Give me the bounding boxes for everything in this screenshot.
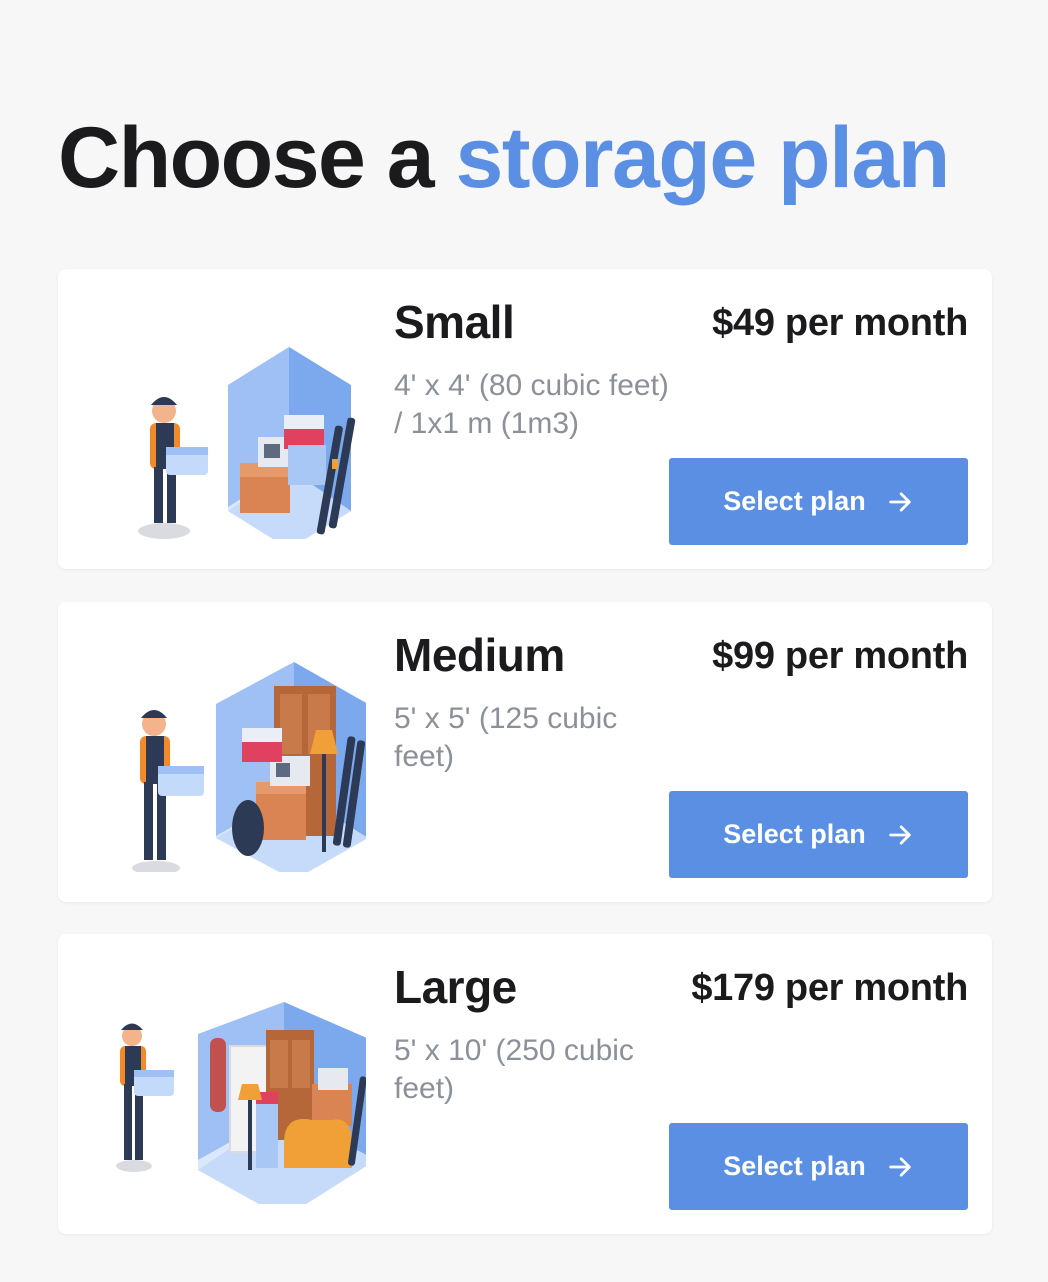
arrow-right-icon (889, 1156, 911, 1177)
plan-name: Small (394, 296, 515, 348)
plan-name: Medium (394, 629, 565, 681)
storage-unit-illustration-small (106, 299, 366, 549)
plan-price: $99 per month (712, 635, 968, 677)
arrow-right-icon (889, 824, 911, 845)
select-plan-button-large[interactable]: Select plan (669, 1123, 968, 1210)
title-prefix: Choose a (58, 110, 435, 206)
plan-name: Large (394, 961, 517, 1013)
plan-card-large: Large 5' x 10' (250 cubic feet) $179 per… (58, 934, 992, 1234)
storage-unit-illustration-medium (106, 632, 368, 880)
plan-dimensions: 4' x 4' (80 cubic feet) / 1x1 m (1m3) (394, 369, 669, 440)
select-plan-label: Select plan (723, 819, 866, 849)
storage-unit-illustration-large (106, 964, 376, 1218)
storage-plan-page: Choose a storage plan Small 4' x 4' (80 … (0, 0, 1048, 1282)
plan-dimensions: 5' x 10' (250 cubic feet) (394, 1034, 634, 1105)
plan-price: $179 per month (691, 967, 968, 1009)
plan-dimensions: 5' x 5' (125 cubic feet) (394, 702, 618, 773)
arrow-right-icon (889, 491, 911, 512)
plan-card-small: Small 4' x 4' (80 cubic feet) / 1x1 m (1… (58, 269, 992, 569)
select-plan-label: Select plan (723, 486, 866, 516)
select-plan-button-small[interactable]: Select plan (669, 458, 968, 545)
plan-card-medium: Medium 5' x 5' (125 cubic feet) $99 per … (58, 602, 992, 902)
select-plan-label: Select plan (723, 1151, 866, 1181)
select-plan-button-medium[interactable]: Select plan (669, 791, 968, 878)
title-accent: storage plan (455, 110, 951, 206)
plan-price: $49 per month (712, 302, 968, 344)
page-title: Choose a storage plan (58, 108, 951, 208)
